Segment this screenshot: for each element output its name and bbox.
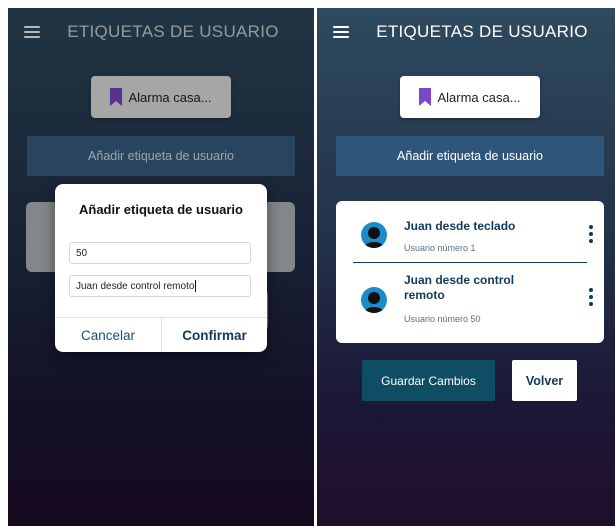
screen-add-tag-dialog: ETIQUETAS DE USUARIO Alarma casa... Añad… (8, 8, 314, 526)
page-title: ETIQUETAS DE USUARIO (376, 22, 588, 41)
user-name: Juan desde control remoto (404, 273, 515, 302)
cancel-button[interactable]: Cancelar (55, 318, 161, 352)
dialog-title: Añadir etiqueta de usuario (79, 202, 243, 217)
user-name: Juan desde teclado (404, 219, 516, 233)
user-subtitle: Usuario número 50 (404, 314, 481, 324)
device-chip-label: Alarma casa... (437, 89, 521, 105)
more-options-icon[interactable] (589, 225, 593, 246)
user-number-field[interactable]: 50 (69, 242, 251, 264)
add-tag-button[interactable]: Añadir etiqueta de usuario (336, 136, 604, 176)
save-changes-button[interactable]: Guardar Cambios (362, 360, 495, 401)
user-name-field[interactable]: Juan desde control remoto (69, 275, 251, 297)
list-item[interactable]: Juan desde control remoto Usuario número… (336, 263, 604, 343)
device-chip[interactable]: Alarma casa... (400, 76, 540, 118)
back-button[interactable]: Volver (512, 360, 577, 401)
users-card: Juan desde teclado Usuario número 1 Juan… (336, 201, 604, 343)
confirm-button[interactable]: Confirmar (162, 318, 267, 352)
person-avatar-icon (361, 287, 387, 313)
user-subtitle: Usuario número 1 (404, 243, 476, 253)
user-name-field-text: Juan desde control remoto (76, 280, 195, 292)
bookmark-icon (419, 88, 432, 106)
screen-user-tags: ETIQUETAS DE USUARIO Alarma casa... Añad… (317, 8, 615, 526)
add-tag-dialog: Añadir etiqueta de usuario 50 Juan desde… (55, 184, 267, 352)
app-bar: ETIQUETAS DE USUARIO (317, 8, 615, 56)
person-avatar-icon (361, 222, 387, 248)
list-item[interactable]: Juan desde teclado Usuario número 1 (336, 201, 604, 262)
more-options-icon[interactable] (589, 288, 593, 309)
